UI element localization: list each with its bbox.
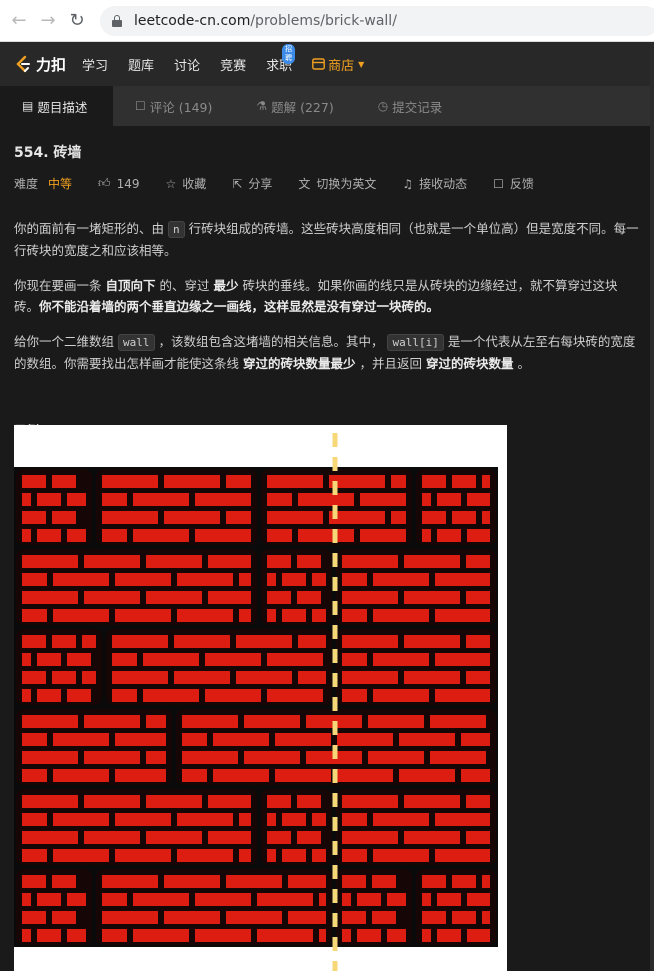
feedback-icon: ☐ — [493, 176, 504, 191]
lock-icon — [112, 15, 122, 27]
browser-toolbar: ← → ↻ leetcode-cn.com/problems/brick-wal… — [0, 0, 654, 42]
switch-language-label: 切换为英文 — [316, 177, 377, 191]
store-icon — [312, 58, 325, 70]
tab-submissions[interactable]: ◷ 提交记录 — [356, 86, 465, 126]
subscribe-label: 接收动态 — [419, 177, 468, 191]
description-paragraph-2: 你现在要画一条 自顶向下 的、穿过 最少 砖块的垂线。如果你画的线只是从砖块的边… — [14, 275, 640, 317]
nav-discuss[interactable]: 讨论 — [174, 55, 200, 74]
url-path: /problems/brick-wall/ — [250, 13, 397, 29]
logo-text: 力扣 — [36, 55, 67, 74]
site-header: 力扣 学习 题库 讨论 竞赛 求职 招聘 商店 ▼ — [0, 42, 654, 86]
tab-description[interactable]: ▤ 题目描述 — [0, 86, 113, 126]
feedback-label: 反馈 — [509, 177, 534, 191]
flask-icon: ⚗ — [256, 99, 268, 113]
brick-wall-image — [14, 433, 498, 971]
like-button[interactable]: 👍︎ 149 — [98, 176, 139, 191]
tab-submissions-label: 提交记录 — [392, 99, 443, 115]
text: ，该数组包含这堵墙的相关信息。其中， — [158, 334, 384, 349]
problem-content: 554. 砖墙 难度 中等 👍︎ 149 ☆ 收藏 ⇱ 分享 文 切换为英文 ♫… — [14, 126, 640, 439]
description-paragraph-3: 给你一个二维数组 wall ，该数组包含这堵墙的相关信息。其中， wall[i]… — [14, 331, 640, 374]
tab-comments-label: 评论 (149) — [149, 99, 213, 115]
chevron-down-icon: ▼ — [358, 59, 365, 69]
back-icon[interactable]: ← — [9, 10, 29, 31]
bold-text: 穿过的砖块数量 — [426, 356, 514, 371]
comment-icon: ☐ — [135, 99, 146, 113]
like-count: 149 — [116, 176, 140, 191]
problem-title: 554. 砖墙 — [14, 145, 82, 161]
bold-text: 自顶向下 — [105, 278, 156, 293]
problem-tabs: ▤ 题目描述 ☐ 评论 (149) ⚗ 题解 (227) ◷ 提交记录 — [0, 86, 654, 126]
scrollbar[interactable] — [650, 42, 654, 971]
nav-problems[interactable]: 题库 — [128, 55, 154, 74]
tab-solutions-label: 题解 (227) — [271, 99, 334, 115]
nav-jobs[interactable]: 求职 招聘 — [266, 43, 296, 74]
address-bar[interactable]: leetcode-cn.com/problems/brick-wall/ — [100, 6, 654, 36]
tab-solutions[interactable]: ⚗ 题解 (227) — [234, 86, 355, 126]
brick-wall-figure — [14, 425, 507, 971]
subscribe-button[interactable]: ♫ 接收动态 — [402, 175, 467, 192]
nav-store-label: 商店 — [328, 58, 355, 74]
text: 。 — [517, 356, 531, 371]
description-paragraph-1: 你的面前有一堵矩形的、由 n 行砖块组成的砖墙。这些砖块高度相同（也就是一个单位… — [14, 218, 640, 261]
reload-icon[interactable]: ↻ — [67, 10, 87, 31]
tab-comments[interactable]: ☐ 评论 (149) — [113, 86, 234, 126]
difficulty-label: 难度 — [14, 177, 39, 191]
inline-code: wall — [118, 334, 155, 351]
bold-text: 你不能沿着墙的两个垂直边缘之一画线，这样显然是没有穿过一块砖的。 — [39, 299, 440, 314]
favorite-label: 收藏 — [182, 177, 207, 191]
bold-text: 穿过的砖块数量最少 — [243, 356, 356, 371]
problem-meta: 难度 中等 👍︎ 149 ☆ 收藏 ⇱ 分享 文 切换为英文 ♫ 接收动态 ☐ … — [14, 175, 640, 192]
text: 你现在要画一条 — [14, 278, 102, 293]
bold-text: 最少 — [213, 278, 239, 293]
document-icon: ▤ — [22, 99, 34, 113]
feedback-button[interactable]: ☐ 反馈 — [493, 175, 534, 192]
difficulty-value: 中等 — [48, 177, 73, 191]
text: 给你一个二维数组 — [14, 334, 115, 349]
url-host: leetcode-cn.com — [134, 13, 251, 29]
logo[interactable]: 力扣 — [14, 54, 66, 75]
inline-code: n — [168, 221, 185, 238]
thumbs-up-icon: 👍︎ — [98, 176, 111, 190]
leetcode-logo-icon — [16, 55, 30, 73]
nav-contest[interactable]: 竞赛 — [220, 55, 246, 74]
nav-store[interactable]: 商店 ▼ — [312, 55, 364, 74]
share-icon: ⇱ — [232, 176, 243, 191]
nav-learn[interactable]: 学习 — [82, 55, 108, 74]
star-icon: ☆ — [165, 176, 177, 191]
forward-icon[interactable]: → — [38, 10, 58, 31]
switch-language-button[interactable]: 文 切换为英文 — [298, 175, 376, 192]
text: 的、穿过 — [159, 278, 210, 293]
text: ，并且返回 — [359, 356, 423, 371]
clock-icon: ◷ — [377, 99, 389, 113]
inline-code: wall[i] — [387, 334, 444, 351]
favorite-button[interactable]: ☆ 收藏 — [165, 175, 206, 192]
bell-icon: ♫ — [402, 176, 414, 191]
tab-description-label: 题目描述 — [37, 99, 88, 115]
share-label: 分享 — [248, 177, 273, 191]
share-button[interactable]: ⇱ 分享 — [232, 175, 272, 192]
translate-icon: 文 — [298, 177, 311, 191]
hiring-badge: 招聘 — [282, 43, 296, 64]
text: 你的面前有一堵矩形的、由 — [14, 221, 165, 236]
